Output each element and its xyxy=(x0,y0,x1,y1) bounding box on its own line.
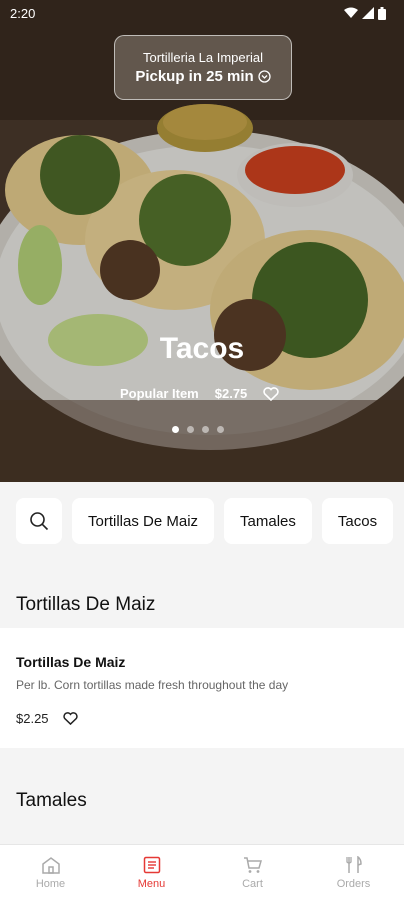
chevron-circle-icon xyxy=(258,70,271,83)
cart-icon xyxy=(243,856,262,873)
tab-menu[interactable]: Menu xyxy=(101,845,202,900)
battery-icon xyxy=(378,6,386,20)
category-bar: Tortillas De Maiz Tamales Tacos xyxy=(0,482,404,560)
hero-title: Tacos xyxy=(159,332,245,365)
carousel-dot[interactable] xyxy=(202,426,209,433)
section-title: Tortillas De Maiz xyxy=(16,594,156,615)
tab-label: Home xyxy=(35,877,66,890)
pickup-time: Pickup in 25 min xyxy=(115,68,291,85)
home-icon xyxy=(41,856,60,874)
carousel-dot[interactable] xyxy=(217,426,224,433)
heart-icon[interactable] xyxy=(263,386,279,401)
category-chip-tamales[interactable]: Tamales xyxy=(224,498,312,544)
bottom-tab-bar: Home Menu Cart Orders xyxy=(0,844,404,900)
signal-icon xyxy=(362,7,374,19)
hero-banner[interactable]: 2:20 Tortilleria La Imperial Pickup in 2… xyxy=(0,0,404,482)
item-price: $2.25 xyxy=(16,711,49,726)
search-button[interactable] xyxy=(16,498,62,544)
tab-label: Orders xyxy=(336,877,371,890)
pickup-label: Pickup in 25 min xyxy=(135,68,254,85)
menu-icon xyxy=(143,856,160,873)
menu-item-card[interactable]: Tortillas De Maiz Per lb. Corn tortillas… xyxy=(0,628,404,748)
section-header-tortillas: Tortillas De Maiz xyxy=(0,580,404,626)
category-chip-tortillas[interactable]: Tortillas De Maiz xyxy=(72,498,215,544)
restaurant-name: Tortilleria La Imperial xyxy=(143,50,263,65)
status-bar: 2:20 xyxy=(0,0,404,26)
section-title: Tamales xyxy=(16,790,87,811)
menu-screen: 2:20 Tortilleria La Imperial Pickup in 2… xyxy=(0,0,404,900)
hero-meta: Popular Item $2.75 xyxy=(120,386,279,401)
orders-icon xyxy=(345,855,362,873)
wifi-icon xyxy=(344,7,358,18)
hero-tag: Popular Item xyxy=(120,386,199,401)
tab-home[interactable]: Home xyxy=(0,845,101,900)
tab-cart[interactable]: Cart xyxy=(202,845,303,900)
search-icon xyxy=(30,512,49,531)
status-time: 2:20 xyxy=(10,5,36,21)
carousel-dots xyxy=(172,426,224,433)
heart-icon[interactable] xyxy=(62,712,78,725)
carousel-dot[interactable] xyxy=(172,426,179,433)
item-description: Per lb. Corn tortillas made fresh throug… xyxy=(16,678,289,692)
tab-orders[interactable]: Orders xyxy=(303,845,404,900)
item-name: Tortillas De Maiz xyxy=(16,654,126,670)
carousel-dot[interactable] xyxy=(187,426,194,433)
tab-label: Cart xyxy=(242,877,263,890)
hero-price: $2.75 xyxy=(214,386,248,401)
category-chip-tacos[interactable]: Tacos xyxy=(321,498,394,544)
status-icons xyxy=(344,6,386,20)
item-price-row: $2.25 xyxy=(16,711,78,726)
pickup-info[interactable]: Tortilleria La Imperial Pickup in 25 min xyxy=(114,35,292,100)
tab-label: Menu xyxy=(137,877,166,890)
